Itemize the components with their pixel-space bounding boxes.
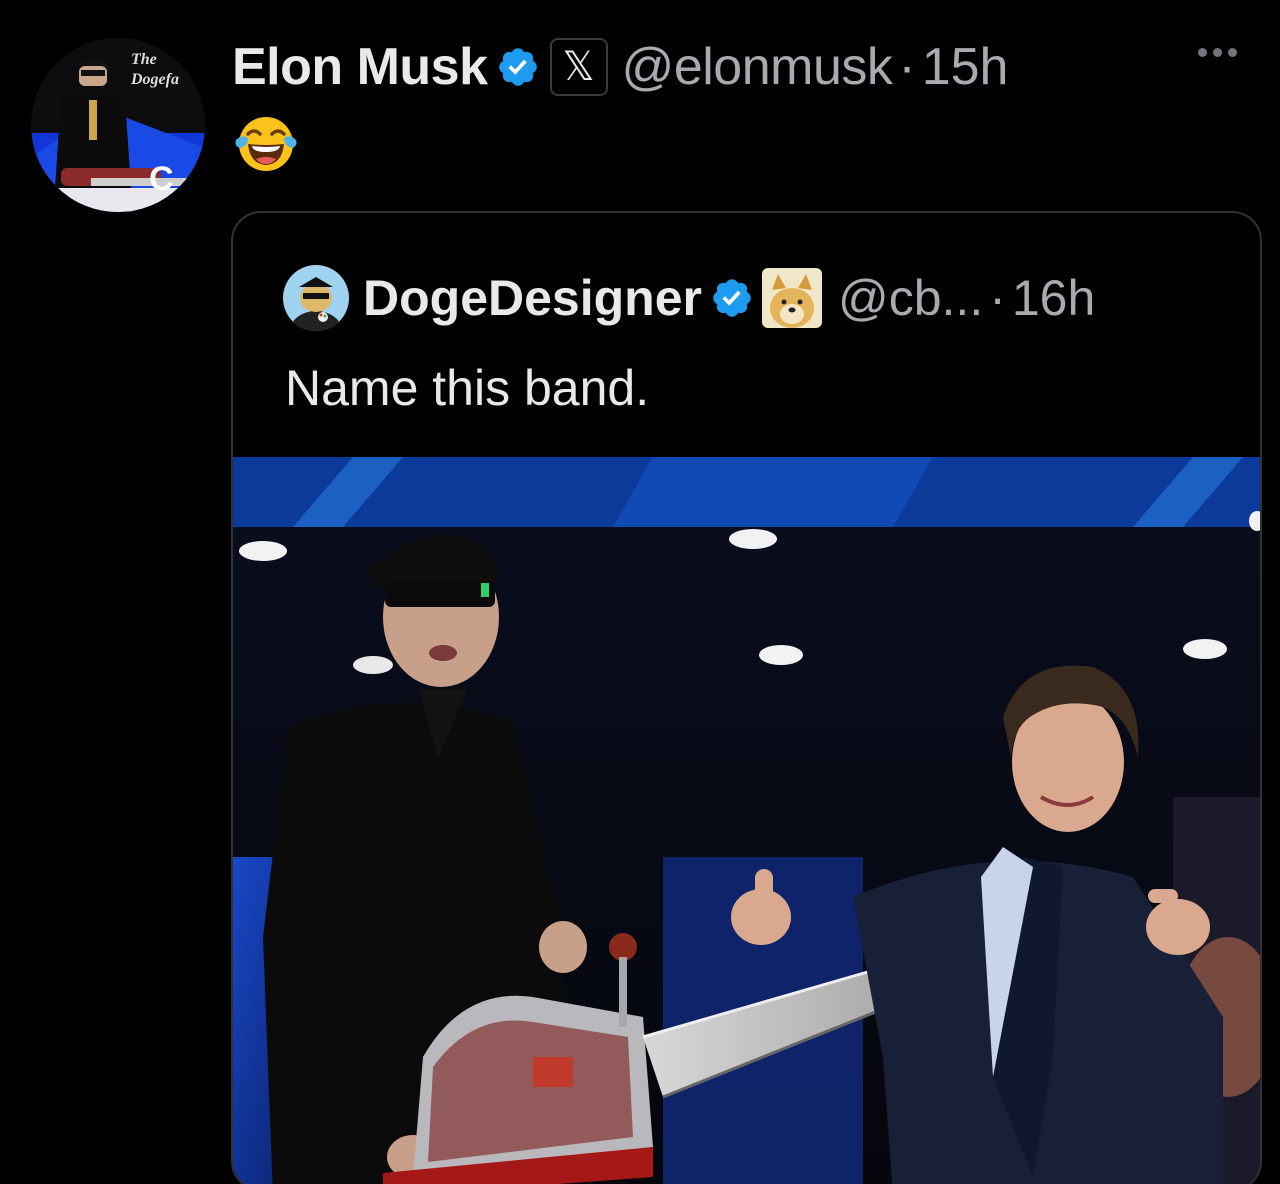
quoted-tweet-text: Name this band. bbox=[285, 360, 650, 416]
quoted-author-handle[interactable]: @cb... bbox=[838, 269, 983, 327]
quoted-tweet-header: DogeDesigner @cb... · 16h bbox=[283, 265, 1095, 331]
svg-text:C: C bbox=[149, 160, 174, 198]
avatar-title-line2: Dogefa bbox=[130, 71, 179, 88]
author-display-name[interactable]: Elon Musk bbox=[232, 37, 488, 97]
doge-badge-icon[interactable] bbox=[761, 268, 822, 328]
tweet[interactable]: C The Dogefa Elon Musk 𝕏 @elonmusk · 15h bbox=[0, 0, 1280, 1184]
quoted-author-avatar[interactable] bbox=[283, 265, 349, 331]
avatar-title-line1: The bbox=[131, 51, 157, 68]
quoted-tweet-photo[interactable] bbox=[233, 457, 1260, 1184]
author-avatar[interactable]: C The Dogefa bbox=[31, 38, 205, 212]
x-logo-icon[interactable]: 𝕏 bbox=[549, 38, 608, 96]
quoted-post-time[interactable]: 16h bbox=[1012, 269, 1095, 327]
post-time[interactable]: 15h bbox=[922, 37, 1009, 97]
tears-of-joy-emoji bbox=[235, 117, 297, 171]
tweet-header: Elon Musk 𝕏 @elonmusk · 15h bbox=[232, 32, 1008, 102]
quoted-tweet[interactable]: DogeDesigner @cb... · 16h Name this band… bbox=[231, 211, 1262, 1184]
separator-dot: · bbox=[989, 270, 1006, 326]
quoted-author-display-name[interactable]: DogeDesigner bbox=[363, 269, 702, 327]
verified-badge-icon[interactable] bbox=[496, 45, 540, 89]
more-options-icon[interactable] bbox=[1198, 48, 1237, 57]
separator-dot: · bbox=[898, 38, 916, 96]
author-handle[interactable]: @elonmusk bbox=[622, 37, 893, 97]
verified-badge-icon[interactable] bbox=[710, 276, 754, 320]
